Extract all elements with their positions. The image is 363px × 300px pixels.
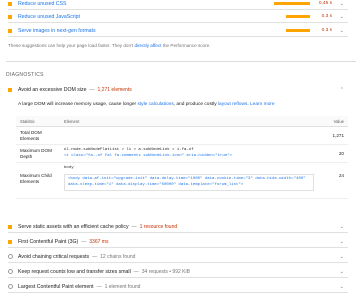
statistic-cell: Maximum DOM Depth: [20, 148, 52, 159]
opportunity-saving: 0.45 s: [318, 1, 332, 6]
average-marker-icon: [8, 1, 12, 6]
footnote-text: the Performance score.: [161, 43, 211, 48]
opportunity-row-next-gen-images[interactable]: Serve images in next-gen formats 0.3 s ⌄: [8, 25, 348, 37]
opportunities-footnote: These suggestions can help your page loa…: [8, 43, 348, 48]
audit-display-value: 1 resource found: [139, 223, 178, 230]
audit-resource-summary[interactable]: Keep request counts low and transfer siz…: [8, 266, 348, 278]
average-marker-icon: [8, 239, 12, 244]
average-marker-icon: [8, 14, 12, 19]
chevron-down-icon[interactable]: ⌄: [340, 14, 344, 20]
average-marker-icon: [8, 88, 12, 92]
separator: —: [92, 253, 98, 260]
audit-display-value: 1,271 elements: [97, 87, 132, 93]
opportunity-saving: 0.3 s: [321, 28, 332, 33]
opportunity-title: Reduce unused JavaScript: [18, 13, 80, 20]
chevron-down-icon[interactable]: ⌄: [340, 239, 344, 245]
node-snippet: <body data-af-init="upgrade-init" data-d…: [64, 173, 314, 192]
chevron-down-icon[interactable]: ⌄: [340, 254, 344, 260]
average-marker-icon: [8, 224, 12, 229]
audit-title: Avoid an excessive DOM size: [18, 87, 87, 93]
informative-circle-icon: [8, 254, 13, 259]
column-header-element: Element: [64, 119, 80, 124]
audit-title: Largest Contentful Paint element: [18, 283, 94, 290]
column-header-value: Value: [333, 119, 344, 124]
informative-circle-icon: [8, 269, 13, 274]
node-snippet: <i class="fa--of fal fa-comments subNode…: [64, 153, 233, 158]
footnote-text: These suggestions can help your page loa…: [8, 43, 135, 48]
audit-display-value: 3367 ms: [89, 238, 109, 245]
audit-description: A large DOM will increase memory usage, …: [18, 102, 348, 107]
table-row: Total DOM Elements 1,271: [16, 127, 348, 145]
separator: —: [89, 87, 95, 93]
chevron-down-icon[interactable]: ⌄: [340, 269, 344, 275]
column-header-statistic: Statistic: [20, 119, 35, 124]
audit-largest-contentful-paint-element[interactable]: Largest Contentful Paint element — 1 ele…: [8, 281, 348, 293]
average-marker-icon: [8, 28, 12, 33]
directly-affect-link[interactable]: directly affect: [134, 43, 161, 48]
savings-bar-fill: [286, 29, 310, 32]
audit-display-value: 12 chains found: [100, 253, 136, 260]
audit-title: Keep request counts low and transfer siz…: [18, 268, 131, 275]
table-row: Maximum DOM Depth ul.node-subNodeFlatLis…: [16, 145, 348, 163]
audit-title: First Contentful Paint (3G): [18, 238, 79, 245]
opportunity-title: Reduce unused CSS: [18, 0, 67, 7]
audit-display-value: 34 requests • 992 KiB: [141, 268, 190, 275]
statistic-cell: Total DOM Elements: [20, 130, 42, 141]
audit-cache-policy[interactable]: Serve static assets with an efficient ca…: [8, 221, 348, 233]
dom-size-table: Statistic Element Value Total DOM Elemen…: [16, 116, 348, 199]
table-row: Maximum Child Elements body <body data-a…: [16, 163, 348, 199]
value-cell: 20: [338, 151, 344, 156]
value-cell: 24: [338, 173, 344, 178]
value-cell: 1,271: [332, 133, 345, 138]
node-path: body: [64, 166, 74, 170]
separator: —: [131, 223, 137, 230]
description-text: , and produce costly: [173, 102, 218, 107]
savings-bar-fill: [286, 15, 310, 18]
chevron-down-icon[interactable]: ⌄: [340, 284, 344, 290]
chevron-down-icon[interactable]: ⌄: [340, 1, 344, 7]
separator: —: [96, 283, 102, 290]
opportunity-title: Serve images in next-gen formats: [18, 27, 96, 34]
opportunity-row-unused-css[interactable]: Reduce unused CSS 0.45 s ⌄: [8, 0, 348, 10]
savings-bar-fill: [274, 2, 310, 5]
audit-display-value: 1 element found: [104, 283, 141, 290]
chevron-down-icon[interactable]: ⌄: [340, 28, 344, 34]
section-divider: [6, 61, 356, 62]
element-cell[interactable]: ul.node-subNodeFlatList > li > a.subNode…: [64, 148, 314, 160]
savings-bar: [274, 2, 310, 5]
audit-first-contentful-paint-3g[interactable]: First Contentful Paint (3G) — 3367 ms ⌄: [8, 236, 348, 248]
description-text: A large DOM will increase memory usage, …: [18, 102, 138, 107]
separator: —: [133, 268, 139, 275]
separator: —: [81, 238, 87, 245]
audit-dom-size-header[interactable]: Avoid an excessive DOM size — 1,271 elem…: [8, 84, 348, 96]
diagnostics-heading: DIAGNOSTICS: [6, 72, 44, 78]
informative-circle-icon: [8, 284, 13, 289]
savings-bar: [274, 29, 310, 32]
table-header: Statistic Element Value: [16, 116, 348, 127]
savings-bar: [274, 15, 310, 18]
opportunity-saving: 0.3 s: [321, 14, 332, 19]
learn-more-link[interactable]: Learn more: [250, 102, 275, 107]
style-calculations-link[interactable]: style calculations: [137, 102, 173, 107]
layout-reflows-link[interactable]: layout reflows: [218, 102, 247, 107]
chevron-down-icon[interactable]: ⌄: [340, 224, 344, 230]
element-cell[interactable]: body <body data-af-init="upgrade-init" d…: [64, 166, 314, 192]
audit-title: Serve static assets with an efficient ca…: [18, 223, 129, 230]
audit-critical-request-chains[interactable]: Avoid chaining critical requests — 12 ch…: [8, 251, 348, 263]
opportunity-row-unused-js[interactable]: Reduce unused JavaScript 0.3 s ⌄: [8, 11, 348, 23]
statistic-cell: Maximum Child Elements: [20, 173, 52, 184]
chevron-up-icon[interactable]: ⌃: [340, 87, 344, 93]
audit-title: Avoid chaining critical requests: [18, 253, 90, 260]
